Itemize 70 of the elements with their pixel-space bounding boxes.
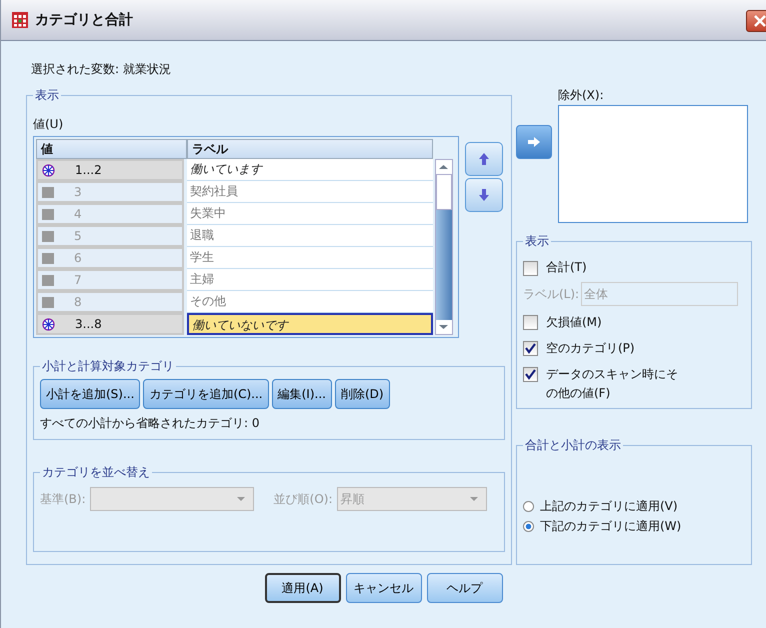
value-text: 3...8: [75, 316, 102, 333]
exclude-list[interactable]: [558, 105, 748, 223]
label-cell[interactable]: 主婦: [187, 269, 433, 291]
action-button[interactable]: 小計を追加(S)...: [40, 379, 140, 409]
column-header[interactable]: ラベル: [187, 139, 433, 159]
option-checkbox[interactable]: データのスキャン時にその他の値(F): [523, 365, 686, 403]
value-text: 7: [74, 272, 82, 289]
exclude-label: 除外(X):: [558, 87, 605, 104]
group-title: 小計と計算対象カテゴリ: [41, 358, 175, 375]
label-cell[interactable]: 働いています: [187, 159, 433, 181]
value-text: 5: [74, 228, 82, 245]
dialog-button[interactable]: キャンセル: [346, 573, 422, 603]
scrollbar[interactable]: [435, 159, 453, 335]
action-button[interactable]: 編集(I)...: [272, 379, 332, 409]
values-label: 値(U): [33, 116, 64, 133]
category-icon: [42, 230, 54, 242]
dropdown-arrow-icon: [468, 495, 480, 503]
selected-variable-text: 選択された変数: 就業状況: [31, 61, 172, 78]
sort-order-label: 並び順(O):: [274, 490, 332, 508]
category-icon: [42, 274, 54, 286]
value-text: 8: [74, 294, 82, 311]
position-radio[interactable]: 上記のカテゴリに適用(V): [523, 498, 678, 515]
scroll-thumb[interactable]: [436, 174, 452, 210]
value-text: 6: [74, 250, 82, 267]
total-label-label: ラベル(L):: [523, 286, 580, 302]
action-button[interactable]: 削除(D): [334, 379, 390, 409]
position-radio[interactable]: 下記のカテゴリに適用(W): [523, 518, 682, 535]
value-text: 1...2: [75, 162, 102, 179]
dropdown-arrow-icon: [234, 495, 247, 503]
group-icon: [42, 164, 55, 176]
group-title: 合計と小計の表示: [524, 437, 622, 454]
close-icon: [753, 14, 766, 28]
move-right-button[interactable]: [516, 125, 552, 159]
move-up-button[interactable]: [465, 142, 503, 176]
close-button[interactable]: [746, 10, 766, 32]
checkmark-icon: [524, 368, 537, 381]
action-button[interactable]: カテゴリを追加(C)...: [143, 379, 269, 409]
value-cell[interactable]: 3...8: [36, 313, 184, 335]
arrow-up-icon: [477, 151, 491, 167]
label-cell[interactable]: 働いていないです: [187, 313, 433, 335]
label-cell[interactable]: 契約社員: [187, 181, 433, 203]
dialog-button[interactable]: 適用(A): [264, 573, 340, 603]
table-icon: [11, 11, 29, 29]
dialog-button[interactable]: ヘルプ: [426, 573, 502, 603]
label-cell[interactable]: 学生: [187, 247, 433, 269]
sort-by-label: 基準(B):: [40, 490, 86, 508]
label-cell[interactable]: 退職: [187, 225, 433, 247]
omitted-categories-text: すべての小計から省略されたカテゴリ: 0: [40, 415, 260, 432]
value-cell[interactable]: 1...2: [36, 159, 184, 181]
group-icon: [42, 318, 55, 330]
checkmark-icon: [524, 342, 537, 355]
option-checkbox[interactable]: 欠損値(M): [523, 313, 686, 332]
category-icon: [42, 208, 54, 220]
column-header[interactable]: 値: [36, 139, 187, 159]
total-checkbox[interactable]: 合計(T): [523, 259, 587, 276]
option-checkbox[interactable]: 空のカテゴリ(P): [523, 339, 686, 358]
value-text: 4: [74, 206, 82, 223]
arrow-right-icon: [526, 135, 542, 149]
window-title: カテゴリと合計: [35, 11, 133, 29]
group-title: カテゴリを並べ替え: [41, 464, 151, 481]
group-title: 表示: [524, 233, 550, 250]
label-cell[interactable]: その他: [187, 291, 433, 313]
arrow-down-icon: [477, 187, 491, 203]
category-icon: [42, 186, 54, 198]
label-cell[interactable]: 失業中: [187, 203, 433, 225]
category-icon: [42, 252, 54, 264]
move-down-button[interactable]: [465, 178, 503, 212]
value-text: 3: [74, 184, 82, 201]
group-title: 表示: [34, 87, 60, 104]
category-icon: [42, 296, 54, 308]
